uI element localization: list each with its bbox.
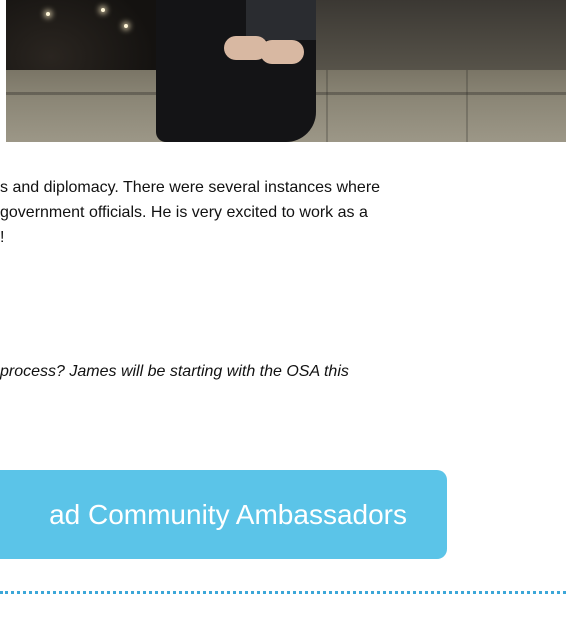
article-italic-line: process? James will be starting with the… [0,363,349,380]
stone-joint [326,70,328,142]
light-dot [101,8,105,12]
person-hand [260,40,304,64]
article-body: s and diplomacy. There were several inst… [0,175,566,250]
light-dot [124,24,128,28]
dotted-divider [0,591,566,594]
community-ambassadors-button[interactable]: ad Community Ambassadors [0,470,447,559]
article-line: ! [0,229,5,246]
stone-joint [466,70,468,142]
article-line: s and diplomacy. There were several inst… [0,179,381,196]
light-dot [46,12,50,16]
person-jacket [246,0,316,40]
article-line: government officials. He is very excited… [0,204,368,221]
email-content: s and diplomacy. There were several inst… [0,0,566,641]
ambassador-photo [6,0,566,142]
